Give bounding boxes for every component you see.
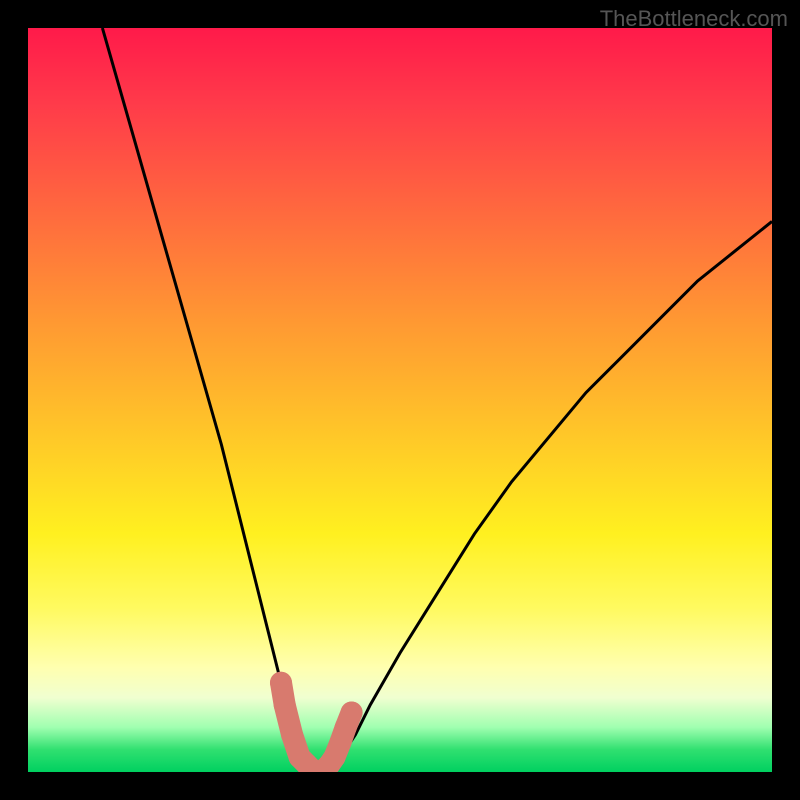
highlight-point xyxy=(341,702,363,724)
highlight-point xyxy=(270,672,292,694)
chart-plot-area xyxy=(28,28,772,772)
highlight-point xyxy=(281,724,303,746)
watermark-text: TheBottleneck.com xyxy=(600,6,788,32)
highlight-point xyxy=(274,694,296,716)
bottleneck-curve-path xyxy=(102,28,772,772)
chart-svg xyxy=(28,28,772,772)
bottleneck-curve xyxy=(102,28,772,772)
highlight-points xyxy=(270,672,363,772)
